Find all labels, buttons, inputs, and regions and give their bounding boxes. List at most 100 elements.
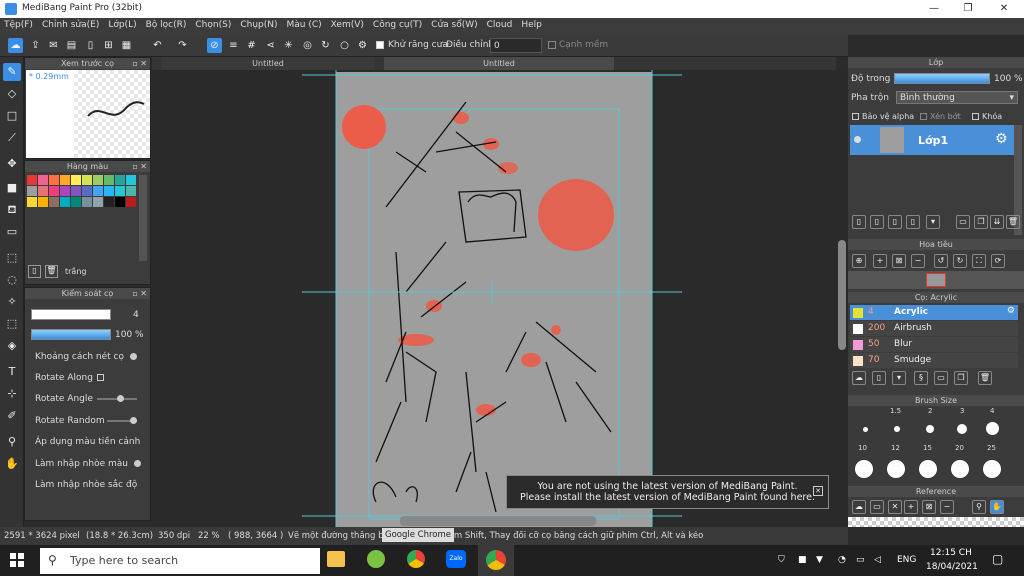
wifi-icon[interactable]: ◔ <box>838 555 846 565</box>
tab-untitled-1[interactable]: Untitled <box>162 57 374 70</box>
palette-swatch[interactable] <box>60 186 70 196</box>
medibang-taskbar-icon[interactable] <box>367 550 385 568</box>
rotate-random-knob[interactable] <box>130 417 137 424</box>
chrome-icon[interactable] <box>407 550 425 568</box>
new-layer-8bit-icon[interactable]: ▯ <box>870 215 884 229</box>
snap-settings-icon[interactable]: ⚙ <box>355 38 370 53</box>
size-dot[interactable] <box>894 426 900 432</box>
protect-alpha-checkbox[interactable] <box>852 113 859 120</box>
palette-swatch[interactable] <box>60 175 70 185</box>
brush-size-slider[interactable] <box>31 309 111 320</box>
new-layer-icon[interactable]: ▯ <box>852 215 866 229</box>
merge-layer-icon[interactable]: ⇊ <box>990 215 1004 229</box>
blend-color-toggle[interactable] <box>134 460 141 467</box>
size-dot[interactable] <box>986 422 999 435</box>
tray-app-icon[interactable]: ■ <box>798 555 807 565</box>
palette-swatch[interactable] <box>27 175 37 185</box>
volume-icon[interactable]: ◁ <box>874 555 881 565</box>
brush-item-smudge[interactable]: 70 Smudge <box>850 353 1018 368</box>
palette-swatch[interactable] <box>60 197 70 207</box>
layer-opacity-slider[interactable] <box>894 73 990 84</box>
palette-swatch[interactable] <box>126 186 136 196</box>
snap-curve-icon[interactable]: ↻ <box>318 38 333 53</box>
add-brush-icon[interactable]: ▯ <box>872 371 886 385</box>
eyedropper-tool-icon[interactable]: ⚲ <box>3 433 21 451</box>
canvas-area[interactable]: Untitled Untitled <box>152 57 836 527</box>
duplicate-layer-icon[interactable]: ❐ <box>974 215 988 229</box>
reference-zoom-in-icon[interactable]: + <box>904 500 918 514</box>
brush-opacity-slider[interactable] <box>31 329 111 340</box>
rotate-right-icon[interactable]: ↻ <box>953 254 967 268</box>
move-tool-icon[interactable]: ✥ <box>3 155 21 173</box>
snap-parallel-icon[interactable]: ≡ <box>226 38 241 53</box>
clock-time[interactable]: 12:15 CH <box>930 548 972 558</box>
update-notification[interactable]: You are not using the latest version of … <box>506 475 829 509</box>
palette-swatch[interactable] <box>93 186 103 196</box>
antialias-checkbox[interactable] <box>376 41 384 49</box>
palette-swatch[interactable] <box>49 186 59 196</box>
size-dot[interactable] <box>855 460 873 478</box>
grid-icon[interactable]: ⊞ <box>101 38 116 53</box>
add-layer-menu-icon[interactable]: ▾ <box>926 215 940 229</box>
eraser-tool-icon[interactable]: ◇ <box>3 85 21 103</box>
fullscreen-icon[interactable]: ⛶ <box>972 254 986 268</box>
snap-ellipse-icon[interactable]: ○ <box>337 38 352 53</box>
menu-help[interactable]: Help <box>517 18 547 30</box>
size-dot[interactable] <box>926 425 934 433</box>
palette-swatch[interactable] <box>38 186 48 196</box>
line-tool-icon[interactable]: ⟋ <box>3 129 21 147</box>
select-pen-icon[interactable]: ⬚ <box>3 315 21 333</box>
magic-wand-icon[interactable]: ✧ <box>3 293 21 311</box>
snap-circle-icon[interactable]: ◎ <box>300 38 315 53</box>
menu-layer[interactable]: Lớp(L) <box>104 18 141 30</box>
delete-layer-icon[interactable]: 🗑 <box>1006 215 1020 229</box>
menu-edit[interactable]: Chỉnh sửa(E) <box>38 18 104 30</box>
horizontal-scrollbar[interactable] <box>400 516 596 526</box>
size-dot[interactable] <box>983 460 1001 478</box>
palette-swatch[interactable] <box>93 175 103 185</box>
select-eraser-icon[interactable]: ◈ <box>3 337 21 355</box>
file-explorer-icon[interactable] <box>327 551 345 567</box>
maximize-button[interactable]: ❐ <box>950 0 986 18</box>
zoom-icon[interactable]: ⊕ <box>852 254 866 268</box>
size-dot[interactable] <box>919 460 937 478</box>
folder-icon[interactable]: ▭ <box>956 215 970 229</box>
brush-item-acrylic[interactable]: 4 Acrylic ⚙ <box>850 305 1018 320</box>
zoom-in-icon[interactable]: + <box>873 254 887 268</box>
active-app-tab[interactable] <box>478 545 514 576</box>
gradient-tool-icon[interactable]: ▭ <box>3 223 21 241</box>
palette-swatch[interactable] <box>126 197 136 207</box>
operation-tool-icon[interactable]: ⊹ <box>3 385 21 403</box>
dot-tool-icon[interactable]: □ <box>3 107 21 125</box>
menu-file[interactable]: Tệp(F) <box>0 18 38 30</box>
rotate-angle-knob[interactable] <box>117 395 124 402</box>
zoom-out-icon[interactable]: − <box>911 254 925 268</box>
palette-swatch[interactable] <box>38 175 48 185</box>
reference-eyedropper-icon[interactable]: ⚲ <box>972 500 986 514</box>
visibility-icon[interactable] <box>854 136 861 143</box>
palette-swatch[interactable] <box>126 175 136 185</box>
palette-swatch[interactable] <box>49 197 59 207</box>
reference-cloud-icon[interactable]: ☁ <box>852 500 866 514</box>
new-halftone-layer-icon[interactable]: ▯ <box>906 215 920 229</box>
palette-swatch[interactable] <box>27 186 37 196</box>
add-brush-menu-icon[interactable]: ▾ <box>892 371 906 385</box>
rotate-left-icon[interactable]: ↺ <box>934 254 948 268</box>
brush-item-airbrush[interactable]: 200 Airbrush <box>850 321 1018 336</box>
adjust-input[interactable]: 0 <box>490 38 542 53</box>
reference-hand-icon[interactable]: ✋ <box>990 500 1004 514</box>
taskbar-search[interactable]: ⚲ Type here to search <box>40 548 320 574</box>
tray-v-icon[interactable]: ▼ <box>816 555 823 565</box>
palette-swatch[interactable] <box>115 175 125 185</box>
size-dot[interactable] <box>863 427 868 432</box>
brush-item-blur[interactable]: 50 Blur <box>850 337 1018 352</box>
menu-cloud[interactable]: Cloud <box>483 18 518 30</box>
language-indicator[interactable]: ENG <box>897 555 916 565</box>
menu-snap[interactable]: Chụp(N) <box>236 18 282 30</box>
size-dot[interactable] <box>887 460 905 478</box>
delete-brush-icon[interactable]: 🗑 <box>978 371 992 385</box>
lasso-tool-icon[interactable]: ◌ <box>3 271 21 289</box>
layer-row[interactable]: Lớp1 ⚙ <box>850 125 1014 155</box>
navigator-preview[interactable] <box>848 271 1024 289</box>
redo-icon[interactable]: ↷ <box>175 38 190 53</box>
